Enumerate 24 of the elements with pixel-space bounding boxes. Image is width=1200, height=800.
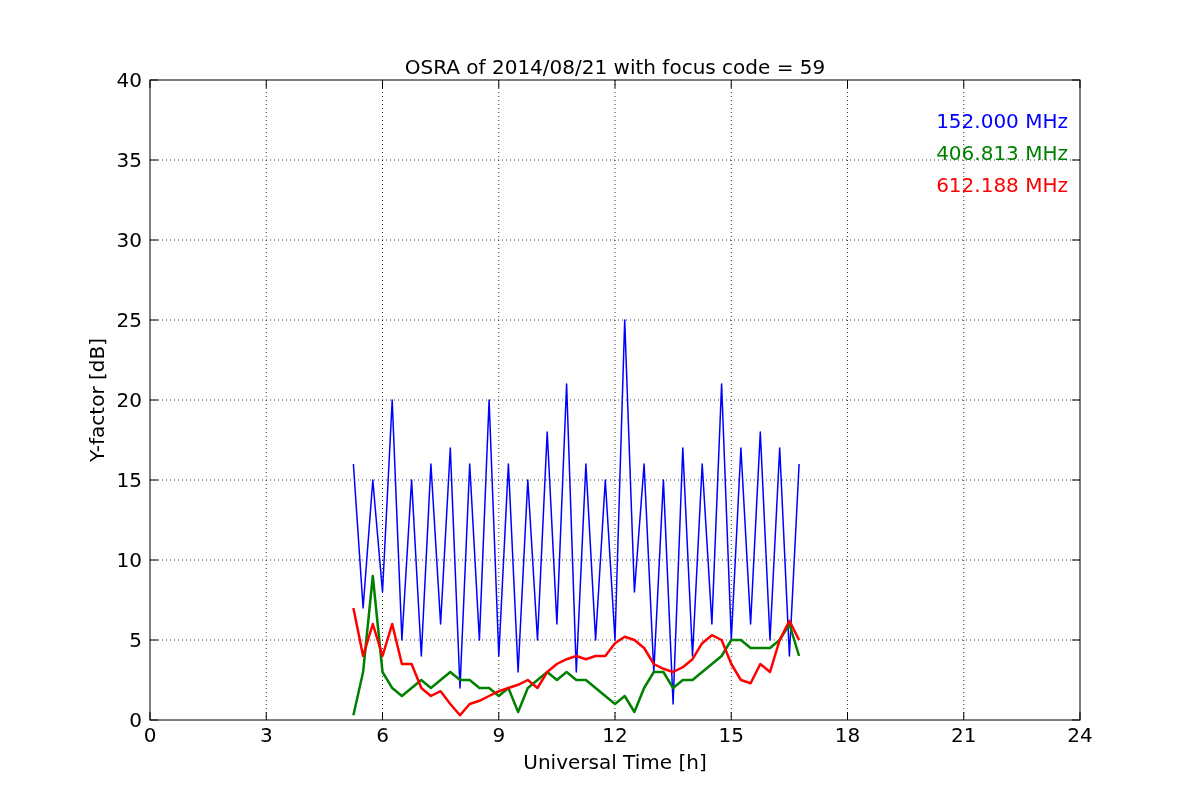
- tick-label: 5: [129, 628, 142, 652]
- tick-label: 0: [129, 708, 142, 732]
- legend-label: 406.813 MHz: [936, 141, 1068, 165]
- tick-label: 12: [602, 723, 628, 747]
- tick-label: 21: [951, 723, 977, 747]
- tick-label: 30: [116, 228, 142, 252]
- tick-label: 15: [116, 468, 142, 492]
- tick-label: 0: [143, 723, 157, 747]
- tick-label: 20: [116, 388, 142, 412]
- tick-label: 10: [116, 548, 142, 572]
- axis-label: Universal Time [h]: [523, 750, 707, 774]
- axis-label: Y-factor [dB]: [85, 338, 109, 462]
- tick-label: 9: [492, 723, 506, 747]
- legend-label: 612.188 MHz: [936, 173, 1068, 197]
- tick-label: 25: [116, 308, 142, 332]
- tick-label: 6: [376, 723, 389, 747]
- tick-label: 40: [116, 68, 142, 92]
- tick-label: 3: [259, 723, 273, 747]
- tick-label: 24: [1067, 723, 1093, 747]
- chart-title: OSRA of 2014/08/21 with focus code = 59: [404, 55, 826, 79]
- tick-label: 35: [116, 148, 142, 172]
- tick-label: 15: [718, 723, 744, 747]
- tick-label: 18: [834, 723, 861, 747]
- legend-label: 152.000 MHz: [936, 109, 1068, 133]
